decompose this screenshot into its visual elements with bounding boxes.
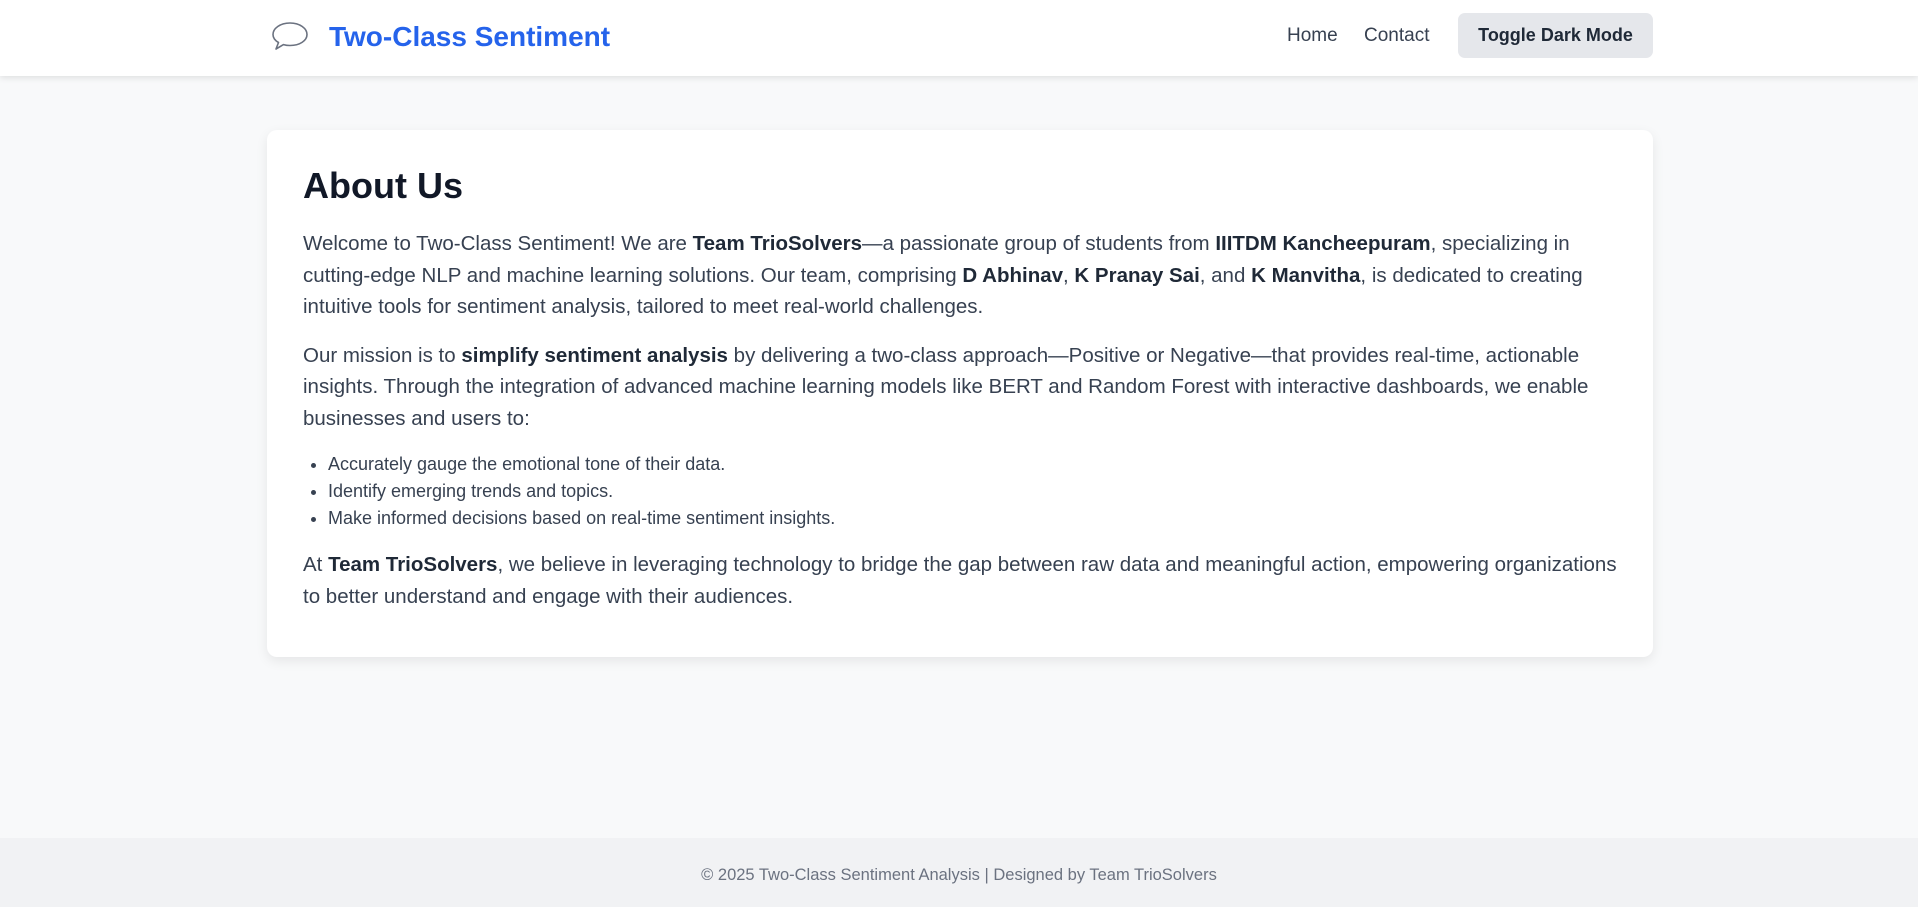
about-card: About Us Welcome to Two-Class Sentiment!…	[267, 130, 1653, 657]
closing-paragraph: At Team TrioSolvers, we believe in lever…	[303, 553, 1617, 608]
member-name: K Pranay Sai	[1074, 263, 1200, 287]
benefits-list: Accurately gauge the emotional tone of t…	[328, 451, 1617, 532]
toggle-dark-mode-button[interactable]: Toggle Dark Mode	[1458, 13, 1653, 58]
nav-home-link[interactable]: Home	[1287, 23, 1338, 49]
speech-bubble-icon	[272, 22, 308, 50]
team-name: Team TrioSolvers	[692, 232, 863, 255]
member-name: D Abhinav	[962, 263, 1064, 287]
page-footer: © 2025 Two-Class Sentiment Analysis | De…	[0, 838, 1918, 907]
nav-contact-link[interactable]: Contact	[1364, 23, 1429, 49]
footer-text: © 2025 Two-Class Sentiment Analysis | De…	[701, 866, 1217, 884]
intro-paragraph: Welcome to Two-Class Sentiment! We are T…	[303, 232, 1583, 318]
list-item: Accurately gauge the emotional tone of t…	[328, 451, 1617, 478]
team-name: Team TrioSolvers	[328, 553, 498, 576]
page-title: About Us	[303, 165, 463, 206]
mission-highlight: simplify sentiment analysis	[461, 343, 728, 367]
institute-name: IIITDM Kancheepuram	[1215, 232, 1431, 255]
brand-title[interactable]: Two-Class Sentiment	[329, 19, 610, 55]
member-name: K Manvitha	[1251, 263, 1361, 287]
list-item: Make informed decisions based on real-ti…	[328, 505, 1617, 532]
list-item: Identify emerging trends and topics.	[328, 478, 1617, 505]
mission-paragraph: Our mission is to simplify sentiment ana…	[303, 343, 1589, 430]
top-navbar: Two-Class Sentiment Home Contact Toggle …	[0, 0, 1918, 76]
